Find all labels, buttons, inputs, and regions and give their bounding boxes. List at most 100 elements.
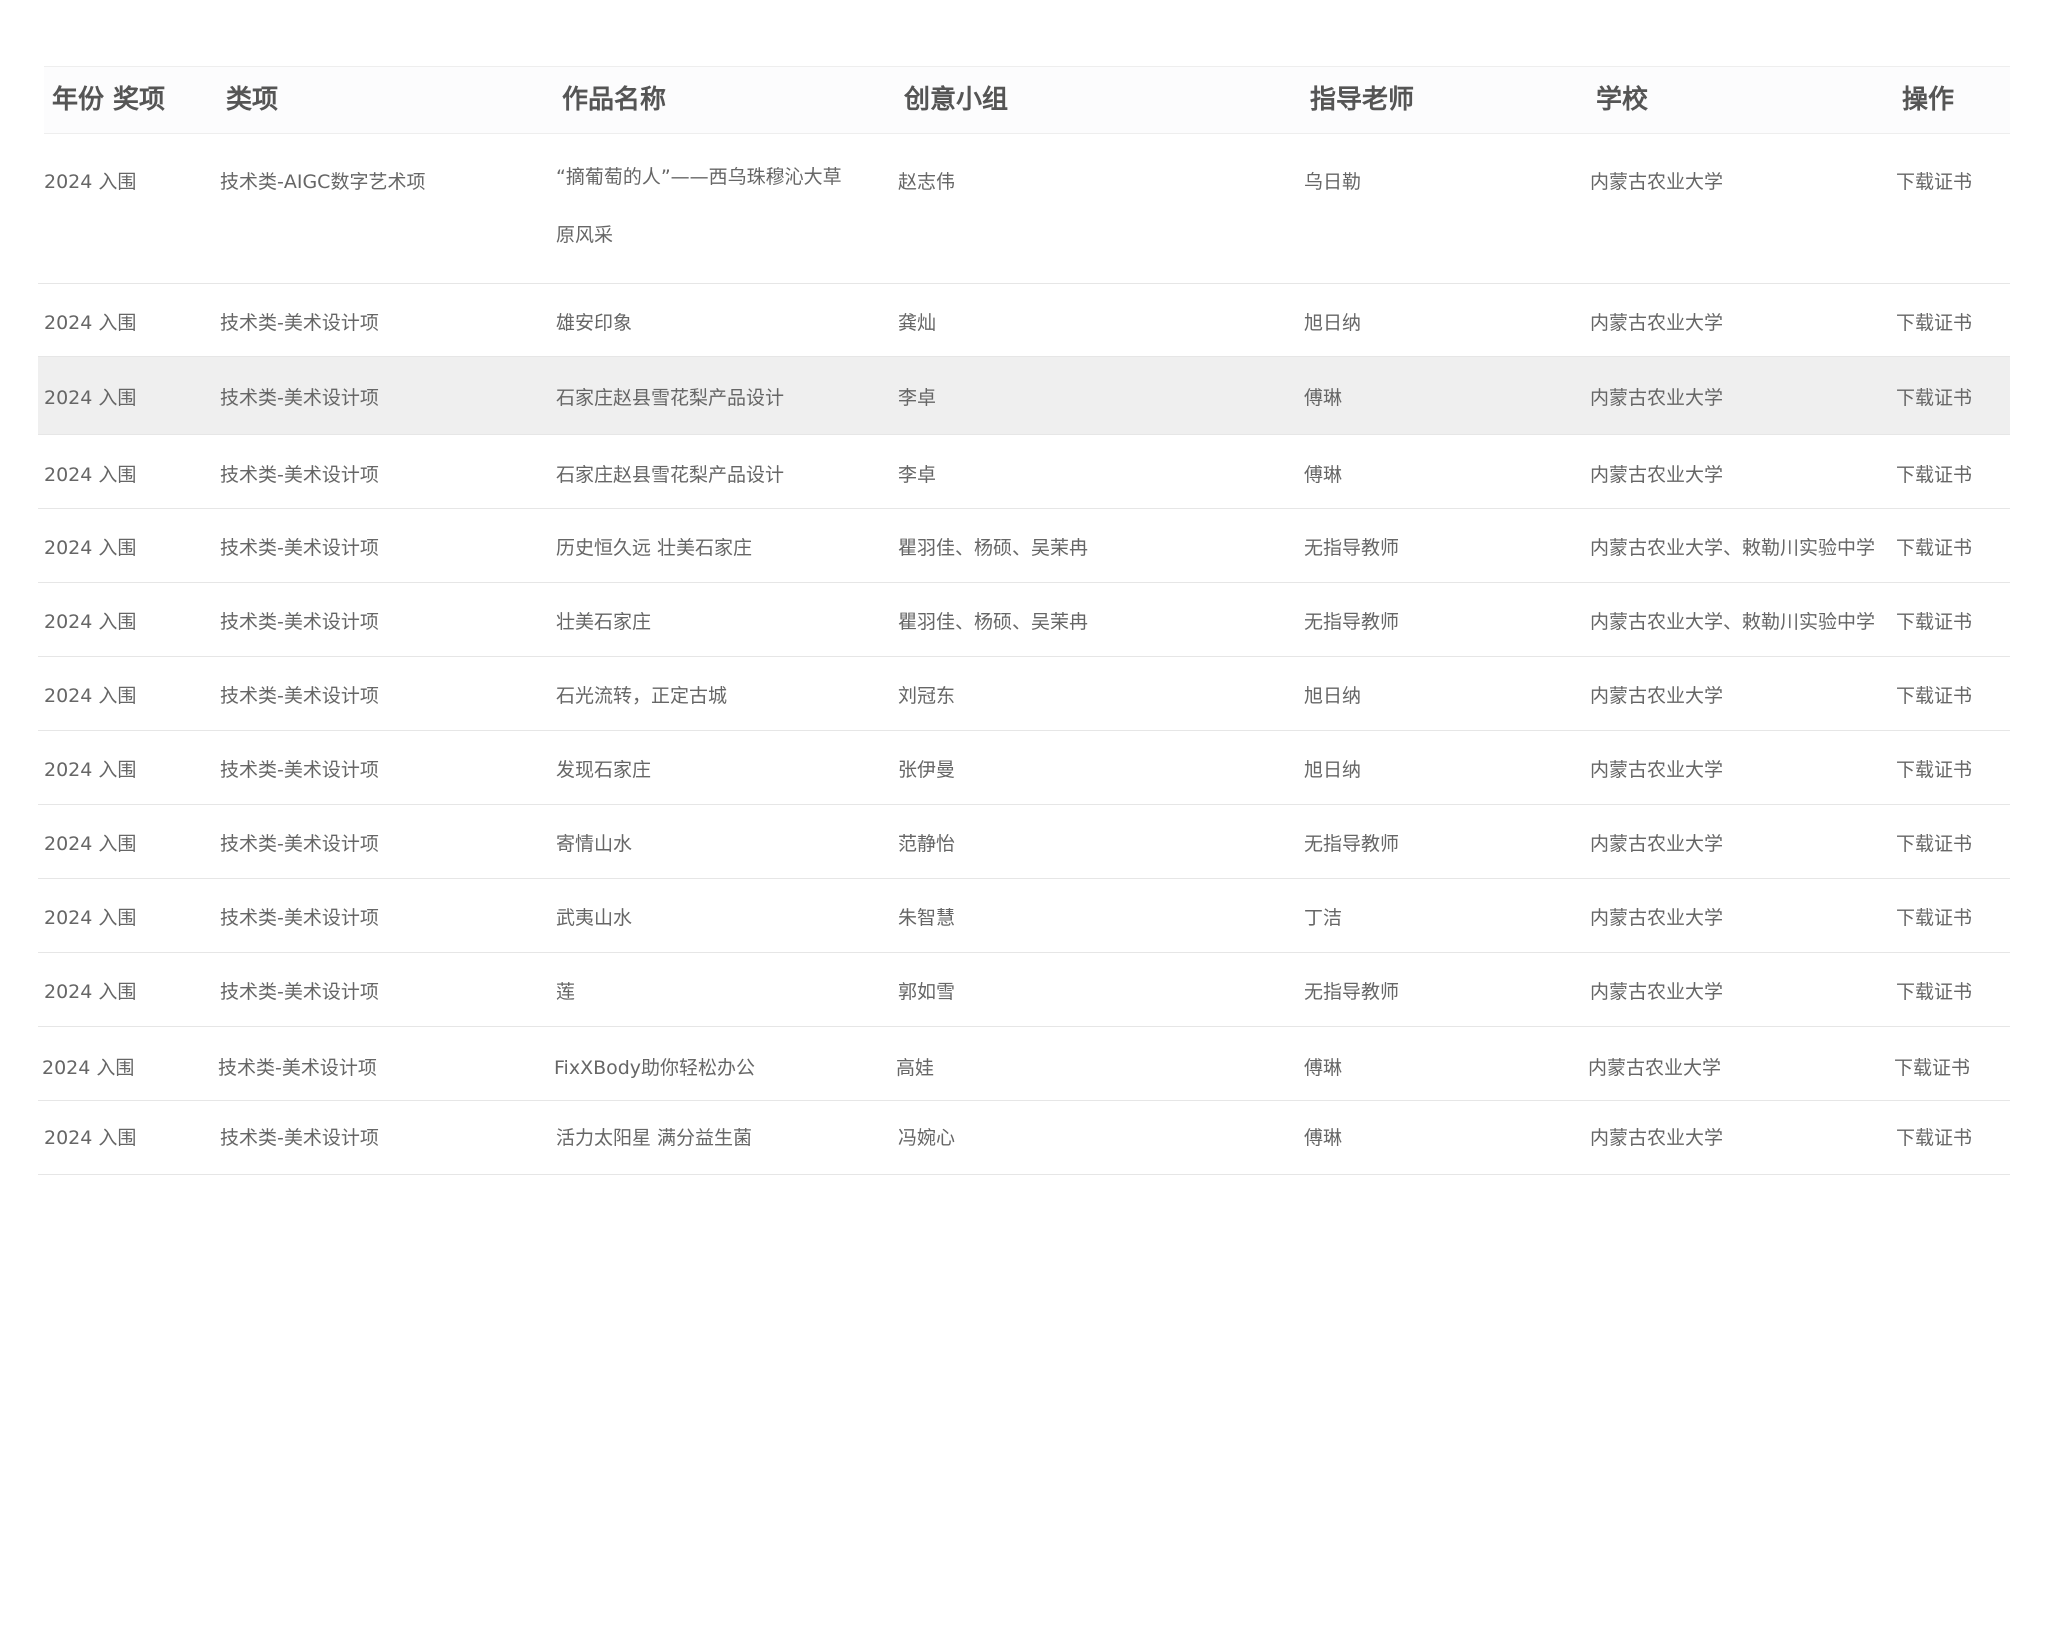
year-award-cell: 2024 入围 (44, 685, 137, 707)
teacher-cell: 旭日纳 (1304, 312, 1362, 334)
header-teacher: 指导老师 (1310, 85, 1415, 115)
team-cell: 瞿羽佳、杨硕、吴茉冉 (898, 611, 1089, 633)
category-cell: 技术类-美术设计项 (220, 981, 379, 1003)
teacher-cell: 无指导教师 (1304, 981, 1400, 1003)
table-row: 2024 入围 技术类-美术设计项 莲 郭如雪 无指导教师 内蒙古农业大学 下载… (38, 953, 2010, 1027)
category-cell: 技术类-美术设计项 (220, 611, 379, 633)
work-title-cell: 石光流转，正定古城 (556, 685, 728, 707)
download-certificate-link[interactable]: 下载证书 (1896, 977, 1972, 1004)
school-cell: 内蒙古农业大学、敕勒川实验中学 (1590, 611, 1876, 633)
team-cell: 龚灿 (898, 312, 937, 334)
year-award-cell: 2024 入围 (44, 312, 137, 334)
school-cell: 内蒙古农业大学 (1590, 464, 1724, 486)
team-cell: 刘冠东 (898, 685, 956, 707)
table-row: 2024 入围 技术类-美术设计项 石家庄赵县雪花梨产品设计 李卓 傅琳 内蒙古… (38, 357, 2010, 435)
download-certificate-link[interactable]: 下载证书 (1896, 1123, 1972, 1150)
school-cell: 内蒙古农业大学 (1590, 759, 1724, 781)
school-cell: 内蒙古农业大学 (1590, 685, 1724, 707)
table-row: 2024 入围 技术类-美术设计项 武夷山水 朱智慧 丁洁 内蒙古农业大学 下载… (38, 879, 2010, 953)
category-cell: 技术类-美术设计项 (220, 907, 379, 929)
teacher-cell: 傅琳 (1304, 1127, 1343, 1149)
table-row: 2024 入围 技术类-美术设计项 活力太阳星 满分益生菌 冯婉心 傅琳 内蒙古… (38, 1101, 2010, 1175)
category-cell: 技术类-AIGC数字艺术项 (220, 171, 426, 193)
work-title-cell: 历史恒久远 壮美石家庄 (556, 537, 753, 559)
work-title-cell: FixXBody助你轻松办公 (554, 1057, 756, 1079)
school-cell: 内蒙古农业大学 (1590, 907, 1724, 929)
table-row: 2024 入围 技术类-AIGC数字艺术项 “摘葡萄的人”——西乌珠穆沁大草原风… (38, 134, 2010, 284)
team-cell: 朱智慧 (898, 907, 956, 929)
teacher-cell: 无指导教师 (1304, 611, 1400, 633)
teacher-cell: 旭日纳 (1304, 685, 1362, 707)
table-row: 2024 入围 技术类-美术设计项 寄情山水 范静怡 无指导教师 内蒙古农业大学… (38, 805, 2010, 879)
work-title-cell: 武夷山水 (556, 907, 633, 929)
school-cell: 内蒙古农业大学 (1590, 1127, 1724, 1149)
teacher-cell: 旭日纳 (1304, 759, 1362, 781)
table-row: 2024 入围 技术类-美术设计项 FixXBody助你轻松办公 高娃 傅琳 内… (38, 1027, 2010, 1101)
download-certificate-link[interactable]: 下载证书 (1896, 607, 1972, 634)
year-award-cell: 2024 入围 (44, 981, 137, 1003)
year-award-cell: 2024 入围 (44, 171, 137, 193)
category-cell: 技术类-美术设计项 (218, 1057, 377, 1079)
teacher-cell: 傅琳 (1304, 387, 1343, 409)
work-title-cell: 雄安印象 (556, 312, 633, 334)
category-cell: 技术类-美术设计项 (220, 1127, 379, 1149)
team-cell: 郭如雪 (898, 981, 956, 1003)
school-cell: 内蒙古农业大学、敕勒川实验中学 (1590, 537, 1876, 559)
work-title-cell: 莲 (556, 981, 576, 1003)
category-cell: 技术类-美术设计项 (220, 759, 379, 781)
download-certificate-link[interactable]: 下载证书 (1896, 383, 1972, 410)
category-cell: 技术类-美术设计项 (220, 312, 379, 334)
category-cell: 技术类-美术设计项 (220, 537, 379, 559)
year-award-cell: 2024 入围 (44, 537, 137, 559)
download-certificate-link[interactable]: 下载证书 (1896, 308, 1972, 335)
school-cell: 内蒙古农业大学 (1590, 171, 1724, 193)
work-title-cell: 石家庄赵县雪花梨产品设计 (556, 464, 785, 486)
team-cell: 张伊曼 (898, 759, 956, 781)
year-award-cell: 2024 入围 (44, 1127, 137, 1149)
awards-table: 年份 奖项 类项 作品名称 创意小组 指导老师 学校 操作 2024 入围 技术… (38, 66, 2010, 1175)
header-year-award: 年份 奖项 (52, 85, 166, 115)
category-cell: 技术类-美术设计项 (220, 387, 379, 409)
download-certificate-link[interactable]: 下载证书 (1896, 533, 1972, 560)
category-cell: 技术类-美术设计项 (220, 464, 379, 486)
work-title-cell: 石家庄赵县雪花梨产品设计 (556, 387, 785, 409)
download-certificate-link[interactable]: 下载证书 (1896, 460, 1972, 487)
work-title-cell: 壮美石家庄 (556, 611, 652, 633)
year-award-cell: 2024 入围 (44, 464, 137, 486)
download-certificate-link[interactable]: 下载证书 (1894, 1053, 1970, 1080)
school-cell: 内蒙古农业大学 (1590, 833, 1724, 855)
header-team: 创意小组 (904, 85, 1009, 115)
download-certificate-link[interactable]: 下载证书 (1896, 755, 1972, 782)
download-certificate-link[interactable]: 下载证书 (1896, 681, 1972, 708)
school-cell: 内蒙古农业大学 (1590, 387, 1724, 409)
download-certificate-link[interactable]: 下载证书 (1896, 903, 1972, 930)
team-cell: 范静怡 (898, 833, 956, 855)
work-title-cell: 寄情山水 (556, 833, 633, 855)
table-row: 2024 入围 技术类-美术设计项 发现石家庄 张伊曼 旭日纳 内蒙古农业大学 … (38, 731, 2010, 805)
header-work-title: 作品名称 (562, 85, 667, 115)
download-certificate-link[interactable]: 下载证书 (1896, 829, 1972, 856)
teacher-cell: 乌日勒 (1304, 171, 1362, 193)
table-row: 2024 入围 技术类-美术设计项 雄安印象 龚灿 旭日纳 内蒙古农业大学 下载… (38, 284, 2010, 357)
table-row: 2024 入围 技术类-美术设计项 壮美石家庄 瞿羽佳、杨硕、吴茉冉 无指导教师… (38, 583, 2010, 657)
team-cell: 李卓 (898, 464, 937, 486)
school-cell: 内蒙古农业大学 (1588, 1057, 1722, 1079)
team-cell: 李卓 (898, 387, 937, 409)
work-title-cell: 活力太阳星 满分益生菌 (556, 1127, 753, 1149)
teacher-cell: 无指导教师 (1304, 537, 1400, 559)
team-cell: 赵志伟 (898, 171, 956, 193)
category-cell: 技术类-美术设计项 (220, 833, 379, 855)
work-title-cell: “摘葡萄的人”——西乌珠穆沁大草原风采 (556, 166, 842, 246)
team-cell: 冯婉心 (898, 1127, 956, 1149)
header-category: 类项 (226, 85, 279, 115)
teacher-cell: 无指导教师 (1304, 833, 1400, 855)
team-cell: 瞿羽佳、杨硕、吴茉冉 (898, 537, 1089, 559)
year-award-cell: 2024 入围 (44, 907, 137, 929)
year-award-cell: 2024 入围 (44, 611, 137, 633)
download-certificate-link[interactable]: 下载证书 (1896, 167, 1972, 194)
teacher-cell: 傅琳 (1304, 464, 1343, 486)
school-cell: 内蒙古农业大学 (1590, 312, 1724, 334)
teacher-cell: 傅琳 (1304, 1057, 1343, 1079)
school-cell: 内蒙古农业大学 (1590, 981, 1724, 1003)
work-title-cell: 发现石家庄 (556, 759, 652, 781)
